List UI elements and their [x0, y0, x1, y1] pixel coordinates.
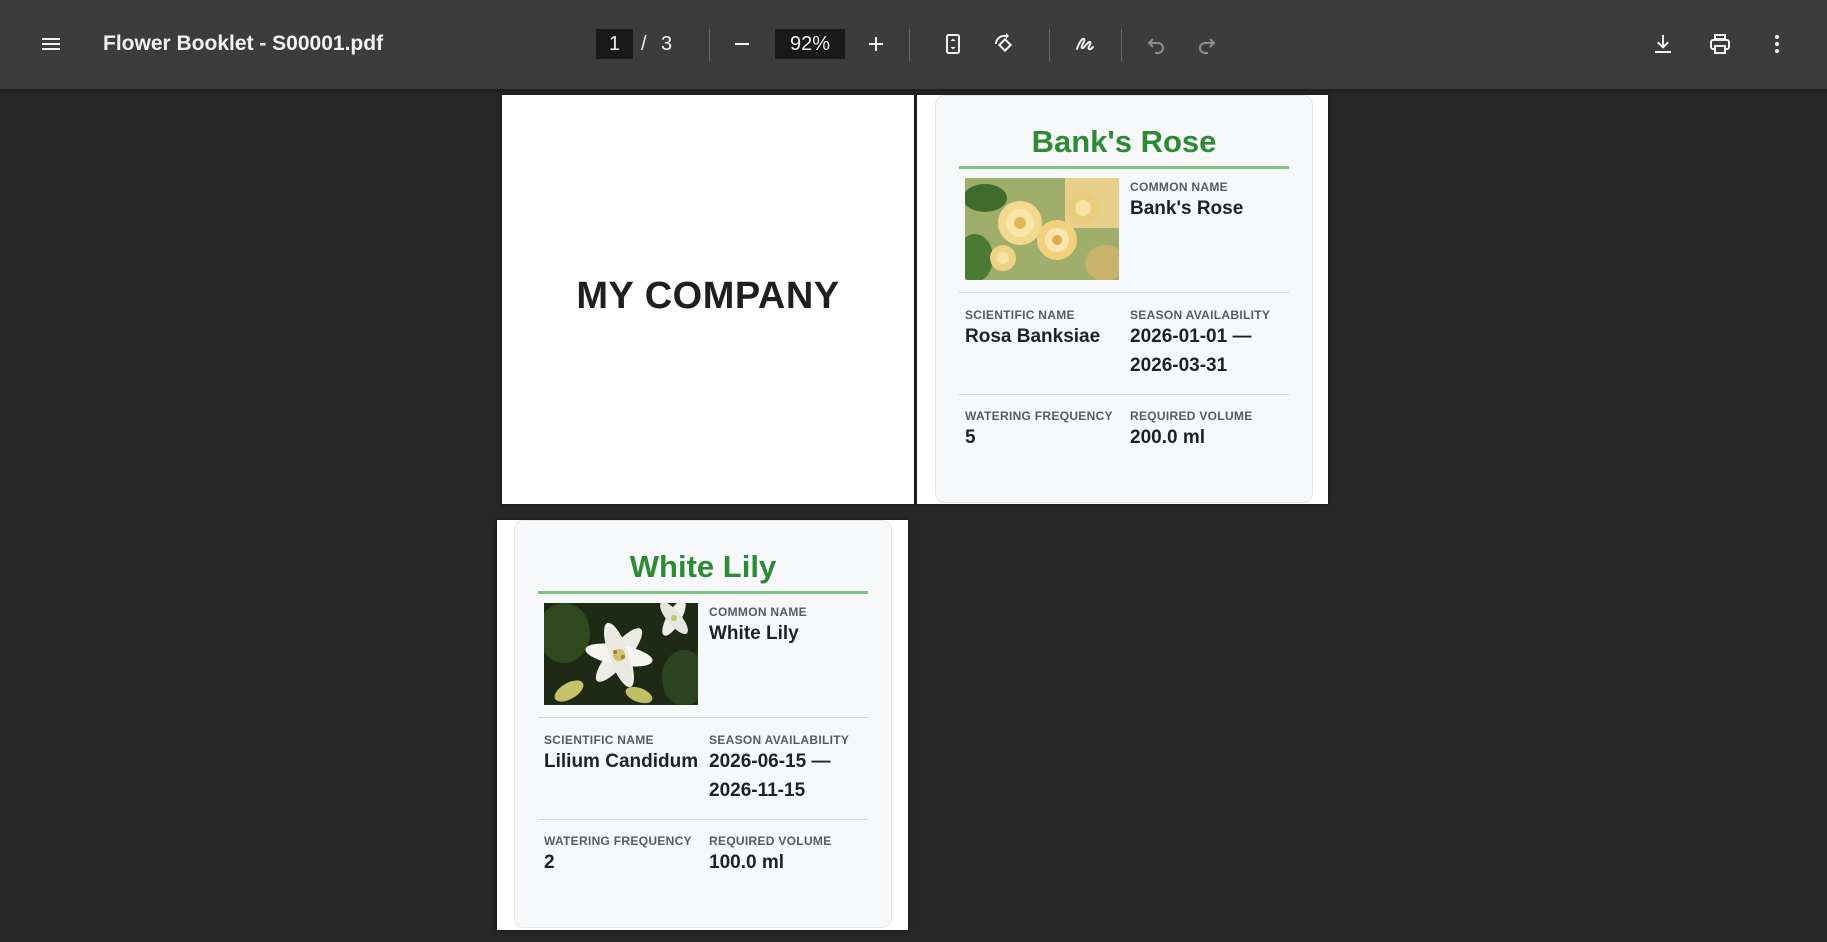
zoom-out-button[interactable] — [722, 24, 762, 64]
print-button[interactable] — [1700, 24, 1740, 64]
common-name-value: Bank's Rose — [1130, 198, 1244, 219]
page-number-input[interactable] — [596, 29, 633, 59]
rotate-icon — [995, 33, 1013, 53]
rose-photo-image — [965, 178, 1119, 280]
card-divider — [959, 292, 1289, 293]
common-name-value: White Lily — [709, 623, 799, 644]
watering-frequency-label: WATERING FREQUENCY — [965, 409, 1113, 423]
scientific-name-value: Lilium Candidum — [544, 751, 699, 772]
print-icon — [1710, 34, 1730, 54]
zoom-input[interactable] — [775, 29, 845, 59]
menu-button[interactable] — [31, 24, 71, 64]
redo-button[interactable] — [1187, 24, 1227, 64]
flower-card-title: Bank's Rose — [1031, 124, 1217, 159]
flower-card-title: White Lily — [629, 549, 777, 584]
pdf-page-1[interactable]: MY COMPANY — [502, 95, 914, 504]
scientific-name-label: SCIENTIFIC NAME — [544, 733, 654, 747]
required-volume-label: REQUIRED VOLUME — [1130, 409, 1253, 423]
page-total: 3 — [661, 33, 673, 55]
download-icon — [1655, 35, 1671, 53]
menu-icon — [42, 38, 60, 50]
zoom-in-button[interactable] — [856, 24, 896, 64]
zoom-out-icon — [735, 43, 749, 45]
more-vert-icon — [1775, 35, 1779, 53]
title-rule — [959, 166, 1289, 169]
undo-button[interactable] — [1136, 24, 1176, 64]
season-start-value: 2026-06-15 — — [709, 751, 831, 772]
rotate-button[interactable] — [984, 24, 1024, 64]
annotate-button[interactable] — [1065, 24, 1105, 64]
document-title: Flower Booklet - S00001.pdf — [103, 32, 384, 55]
season-end-value: 2026-11-15 — [709, 780, 806, 801]
watering-frequency-value: 2 — [544, 852, 555, 873]
toolbar-divider — [1049, 29, 1050, 61]
cover-company-name: MY COMPANY — [576, 275, 840, 317]
card-divider — [959, 394, 1289, 395]
required-volume-label: REQUIRED VOLUME — [709, 834, 832, 848]
zoom-in-icon — [869, 37, 883, 51]
card-divider — [538, 717, 868, 718]
card-divider — [538, 819, 868, 820]
required-volume-value: 100.0 ml — [709, 852, 784, 873]
toolbar-divider — [709, 29, 710, 61]
title-rule — [538, 591, 868, 594]
undo-icon — [1147, 38, 1164, 54]
pdf-toolbar: Flower Booklet - S00001.pdf / 3 — [0, 0, 1827, 89]
season-end-value: 2026-03-31 — [1130, 355, 1228, 376]
lily-photo-image — [544, 603, 698, 705]
watering-frequency-label: WATERING FREQUENCY — [544, 834, 692, 848]
flower-photo — [965, 178, 1119, 280]
toolbar-divider — [909, 29, 910, 61]
toolbar-divider — [1121, 29, 1122, 61]
required-volume-value: 200.0 ml — [1130, 427, 1205, 448]
scientific-name-label: SCIENTIFIC NAME — [965, 308, 1075, 322]
flower-photo — [544, 603, 698, 705]
season-availability-label: SEASON AVAILABILITY — [709, 733, 850, 747]
flower-card: Bank's Rose COMMON NAME Bank's Rose SCIE… — [935, 95, 1313, 503]
common-name-label: COMMON NAME — [709, 605, 807, 619]
season-start-value: 2026-01-01 — — [1130, 326, 1252, 347]
pdf-page-3[interactable]: White Lily COMMON NAME White Lily SCIENT… — [497, 520, 908, 930]
common-name-label: COMMON NAME — [1130, 180, 1228, 194]
redo-icon — [1199, 38, 1216, 54]
annotate-icon — [1076, 37, 1094, 51]
fit-page-button[interactable] — [933, 24, 973, 64]
flower-card: White Lily COMMON NAME White Lily SCIENT… — [514, 520, 892, 928]
season-availability-label: SEASON AVAILABILITY — [1130, 308, 1271, 322]
pdf-page-2[interactable]: Bank's Rose COMMON NAME Bank's Rose SCIE… — [917, 95, 1328, 504]
watering-frequency-value: 5 — [965, 427, 976, 448]
page-separator: / — [641, 33, 647, 55]
scientific-name-value: Rosa Banksiae — [965, 326, 1101, 347]
fit-page-icon — [946, 34, 960, 54]
more-options-button[interactable] — [1757, 24, 1797, 64]
download-button[interactable] — [1643, 24, 1683, 64]
